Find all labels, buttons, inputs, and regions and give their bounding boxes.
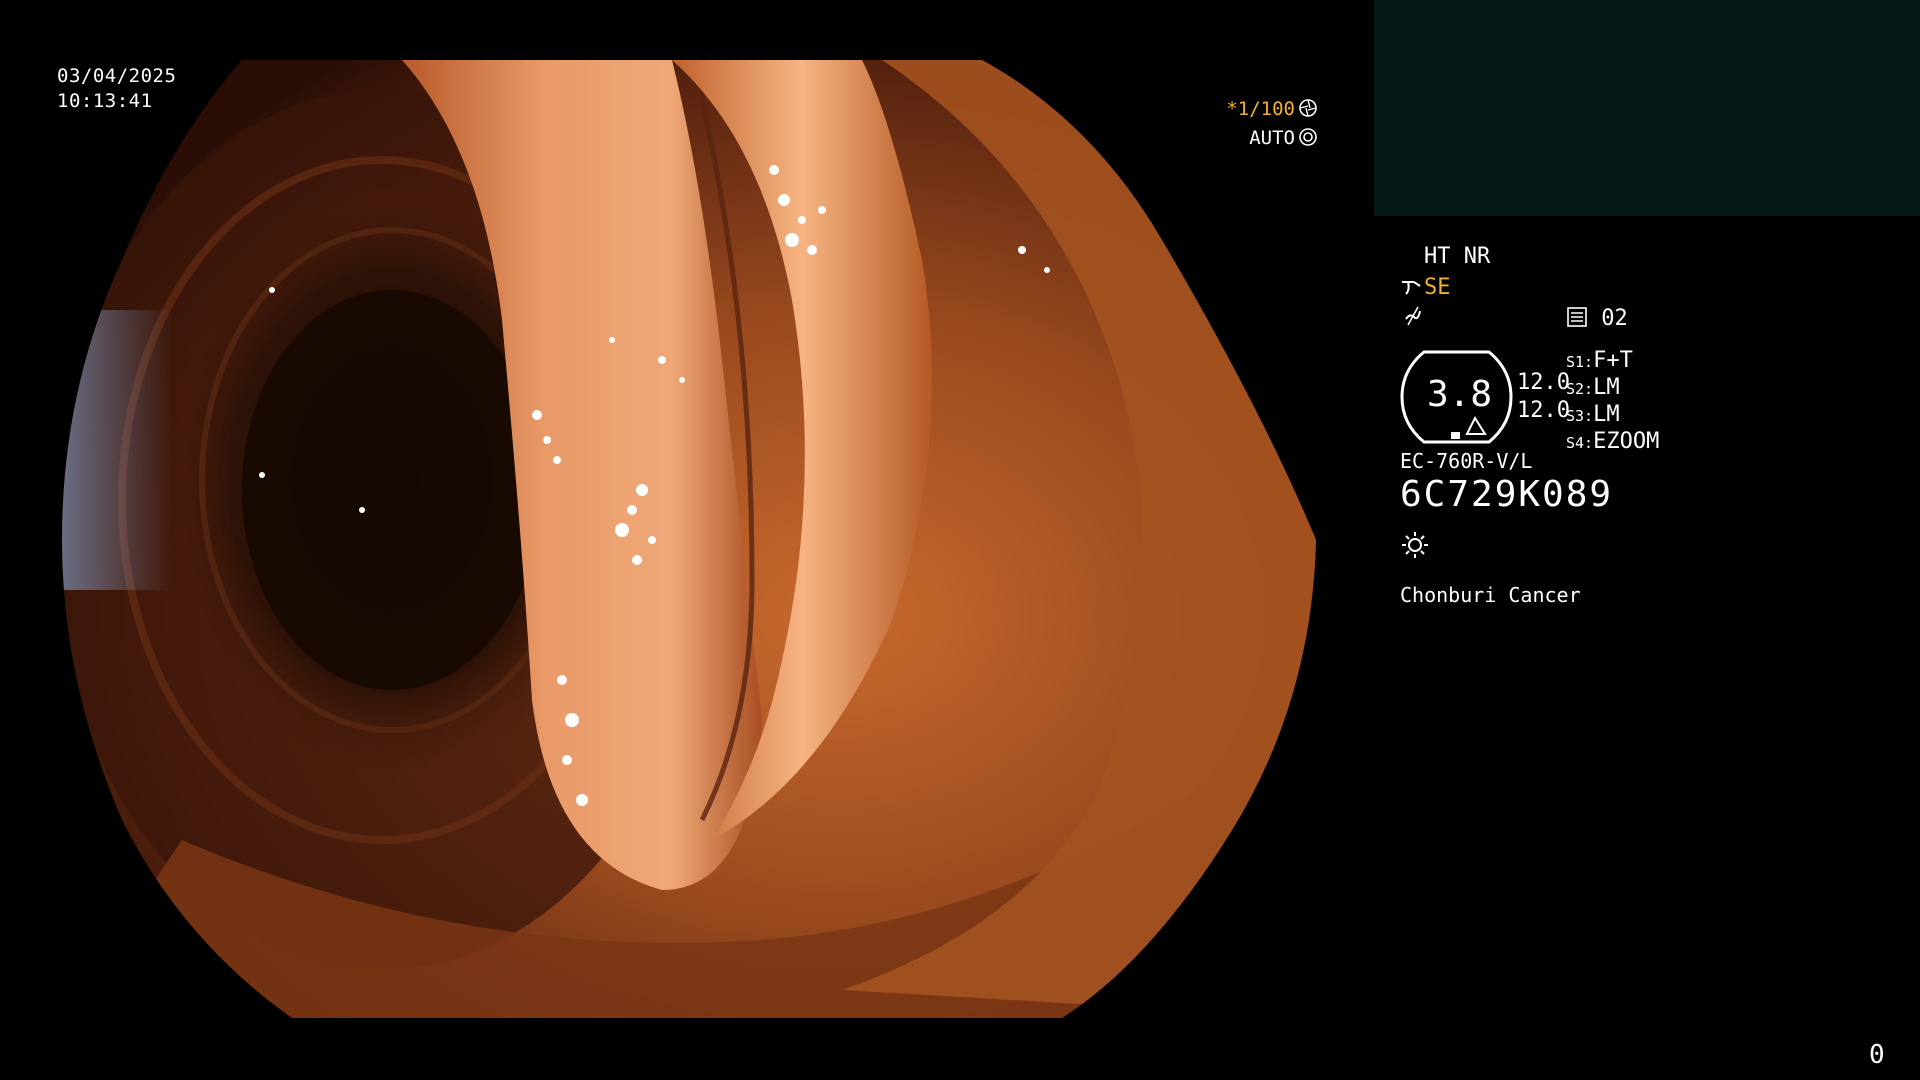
- keypad-icon: [1567, 307, 1587, 327]
- flat-icon: [1405, 306, 1421, 326]
- switch-value: EZOOM: [1593, 429, 1660, 454]
- switch-s1: S1:F+T: [1566, 348, 1659, 375]
- target-icon: [1299, 128, 1317, 146]
- light-icon: [1402, 532, 1428, 558]
- gauge-value: 3.8: [1427, 374, 1493, 415]
- scope-icon: [1402, 281, 1421, 295]
- switch-key: S1:: [1566, 353, 1594, 371]
- switch-s4: S4:EZOOM: [1566, 429, 1659, 456]
- scope-model: EC-760R-V/L: [1400, 449, 1533, 473]
- switch-value: LM: [1593, 375, 1620, 400]
- gauge-right-1: 12.0: [1517, 370, 1570, 395]
- channel-value: 02: [1601, 306, 1628, 331]
- facility-name: Chonburi Cancer: [1400, 583, 1581, 607]
- flat-row: [1402, 305, 1424, 331]
- shutter-value: *1/100: [1226, 98, 1295, 120]
- switch-value: F+T: [1593, 348, 1633, 373]
- enhancement-mode: SE: [1424, 275, 1451, 300]
- exposure-mode: AUTO: [1249, 127, 1295, 149]
- switch-list: S1:F+T S2:LM S3:LM S4:EZOOM: [1566, 348, 1659, 456]
- aperture-icon: [1299, 99, 1317, 117]
- scope-serial: 6C729K089: [1400, 474, 1614, 515]
- switch-key: S3:: [1566, 407, 1594, 425]
- endoscope-image: [62, 60, 1316, 1018]
- switch-key: S2:: [1566, 380, 1594, 398]
- mode-line: HT NR: [1424, 244, 1491, 269]
- channel-row: 02: [1566, 306, 1628, 332]
- date-label: 03/04/2025: [57, 65, 177, 87]
- switch-value: LM: [1593, 402, 1620, 427]
- frame-counter: 0: [1869, 1040, 1885, 1070]
- exposure-readout: AUTO: [1249, 127, 1318, 149]
- secondary-display-panel: [1374, 0, 1920, 216]
- switch-s2: S2:LM: [1566, 375, 1659, 402]
- gauge-right-2: 12.0: [1517, 398, 1570, 423]
- shutter-readout: *1/100: [1226, 98, 1318, 120]
- switch-key: S4:: [1566, 434, 1594, 452]
- time-label: 10:13:41: [57, 90, 153, 112]
- scope-mode-row: SE: [1400, 275, 1451, 301]
- switch-s3: S3:LM: [1566, 402, 1659, 429]
